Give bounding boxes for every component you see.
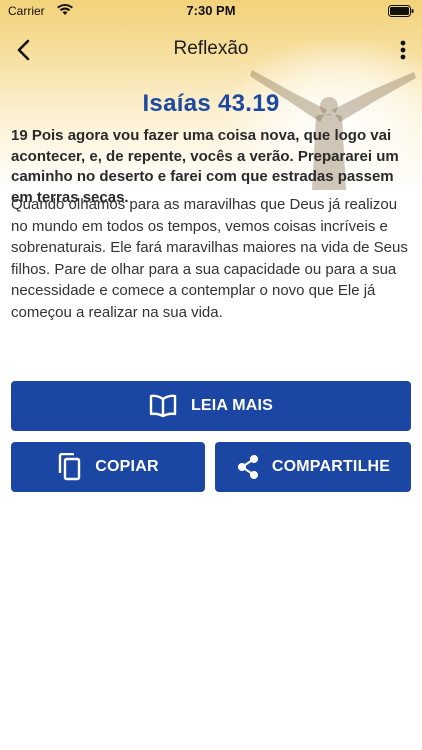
more-vertical-icon[interactable]	[398, 36, 408, 64]
read-more-label: LEIA MAIS	[190, 397, 274, 414]
copy-button[interactable]: COPIAR	[11, 442, 205, 492]
battery-icon	[388, 5, 414, 17]
share-label: COMPARTILHE	[271, 458, 391, 475]
copy-label: COPIAR	[95, 458, 159, 475]
copy-icon	[59, 453, 81, 481]
page-title: Reflexão	[173, 38, 249, 59]
book-open-icon	[149, 394, 177, 418]
share-button[interactable]: COMPARTILHE	[215, 442, 411, 492]
verse-reference: Isaías 43.19	[142, 90, 280, 117]
status-bar: Carrier 7:30 PM	[0, 0, 422, 24]
read-more-button[interactable]: LEIA MAIS	[11, 381, 411, 431]
reflection-text: Quando olhamos para as maravilhas que De…	[11, 196, 408, 321]
clock: 7:30 PM	[186, 3, 236, 18]
navigation-bar: Reflexão	[0, 30, 422, 70]
share-icon	[237, 455, 258, 479]
